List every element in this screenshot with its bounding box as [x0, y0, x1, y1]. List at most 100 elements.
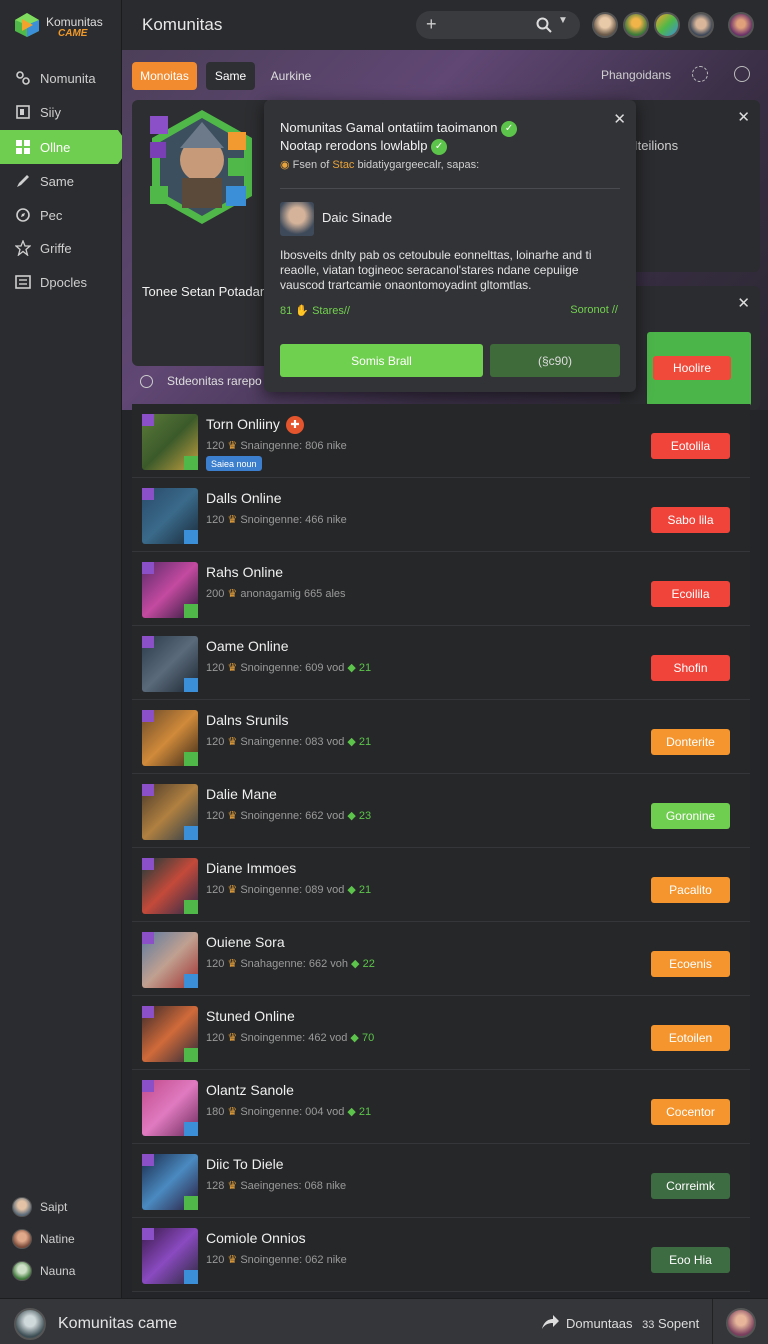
game-thumbnail[interactable] [142, 1154, 198, 1210]
list-item[interactable]: Dalls Online 120 ♛ Snoingenne: 466 nike Sa… [132, 478, 750, 552]
list-item[interactable]: Oame Online 120 ♛ Snoingenne: 609 vod ◆ 2… [132, 626, 750, 700]
popup-link[interactable]: Soronot // [570, 304, 618, 316]
add-icon[interactable]: + [426, 14, 437, 35]
game-title[interactable]: Dalns Srunils [206, 712, 288, 728]
search-icon[interactable] [536, 17, 552, 33]
settings-icon[interactable] [692, 66, 708, 82]
list-item[interactable]: Rahs Online 200 ♛ anonagamig 665 ales Ecoi… [132, 552, 750, 626]
bottom-profile-avatar[interactable] [726, 1308, 756, 1338]
primary-button[interactable]: Somis Brall [280, 344, 483, 377]
tab-monoitas[interactable]: Monoitas [132, 62, 197, 90]
game-title[interactable]: Diic To Diele [206, 1156, 284, 1172]
game-thumbnail[interactable] [142, 784, 198, 840]
game-thumbnail[interactable] [142, 710, 198, 766]
sidebar-item-pec[interactable]: Pec [0, 198, 122, 232]
game-level: 120 [206, 662, 225, 674]
game-meta-text: Snoingenne: 466 nike [240, 514, 347, 526]
sidebar-user-natine[interactable]: Natine [12, 1228, 75, 1250]
game-action-button[interactable]: Cocentor [651, 1099, 730, 1125]
radio-button[interactable] [140, 374, 153, 388]
sidebar-item-ollne[interactable]: Ollne [0, 130, 130, 164]
game-title[interactable]: Diane Immoes [206, 860, 296, 876]
search-bar[interactable]: + ▼ [416, 11, 580, 39]
game-thumbnail[interactable] [142, 562, 198, 618]
game-thumbnail[interactable] [142, 1080, 198, 1136]
game-title-text: Dalie Mane [206, 786, 277, 802]
side-panel-button[interactable]: Hoolire [653, 356, 731, 380]
sidebar-user-saipt[interactable]: Saipt [12, 1196, 67, 1218]
tab-aurkine[interactable]: Aurkine [262, 62, 320, 90]
friend-avatar-4[interactable] [688, 12, 714, 38]
list-item[interactable]: Stuned Online 120 ♛ Snoingenme: 462 vod ◆… [132, 996, 750, 1070]
popup-stars[interactable]: 81 ✋ Stares// [280, 304, 350, 317]
gem-icon: ◆ [344, 1106, 359, 1118]
game-action-button[interactable]: Correimk [651, 1173, 730, 1199]
game-action-button[interactable]: Eotoilen [651, 1025, 730, 1051]
tab-same[interactable]: Same [206, 62, 255, 90]
person-avatar[interactable] [280, 202, 314, 236]
sidebar-item-griffe[interactable]: Griffe [0, 231, 122, 265]
gem-count: 21 [358, 662, 372, 674]
game-title[interactable]: Oame Online [206, 638, 288, 654]
game-action-button[interactable]: Donterite [651, 729, 730, 755]
game-thumbnail[interactable] [142, 858, 198, 914]
list-item[interactable]: Comiole Onnios 120 ♛ Snoingenne: 062 nike… [132, 1218, 750, 1292]
sidebar-user-nauna[interactable]: Nauna [12, 1260, 75, 1282]
game-title[interactable]: Torn Onliiny ✚ [206, 416, 304, 435]
person-name[interactable]: Daic Sinade [322, 210, 392, 225]
hot-icon: ✚ [285, 416, 304, 435]
game-title[interactable]: Ouiene Sora [206, 934, 285, 950]
game-thumbnail[interactable] [142, 1006, 198, 1062]
game-thumbnail[interactable] [142, 414, 198, 470]
game-title[interactable]: Dalie Mane [206, 786, 277, 802]
game-title[interactable]: Comiole Onnios [206, 1230, 306, 1246]
list-item[interactable]: Torn Onliiny ✚ 120 ♛ Snaingenne: 806 nike S… [132, 404, 750, 478]
featured-card[interactable]: Tonee Setan Potadan [132, 100, 272, 366]
list-item[interactable]: Dalie Mane 120 ♛ Snoingenne: 662 vod ◆ 23… [132, 774, 750, 848]
game-action-button[interactable]: Ecoilila [651, 581, 730, 607]
crown-icon: ♛ [224, 884, 241, 896]
game-action-button[interactable]: Sabo lila [651, 507, 730, 533]
sidebar-item-siiy[interactable]: Siiy [0, 95, 122, 129]
game-action-button[interactable]: Eotolila [651, 433, 730, 459]
game-thumbnail[interactable] [142, 636, 198, 692]
close-icon[interactable]: ✕ [737, 108, 750, 126]
help-icon[interactable] [734, 66, 750, 82]
game-action-button[interactable]: Eoo Hia [651, 1247, 730, 1273]
filter-option[interactable]: Stdeonitas rarepo [140, 374, 262, 388]
game-title[interactable]: Olantz Sanole [206, 1082, 294, 1098]
game-action-button[interactable]: Pacalito [651, 877, 730, 903]
gem-icon: ◆ [344, 736, 359, 748]
share-icon[interactable] [540, 1313, 560, 1331]
list-item[interactable]: Ouiene Sora 120 ♛ Snahagenne: 662 voh ◆ 2… [132, 922, 750, 996]
list-item[interactable]: Diane Immoes 120 ♛ Snoingenne: 089 vod ◆ … [132, 848, 750, 922]
chevron-down-icon[interactable]: ▼ [558, 15, 568, 26]
secondary-button[interactable]: (§c90) [490, 344, 620, 377]
game-action-button[interactable]: Shofin [651, 655, 730, 681]
list-item[interactable]: Olantz Sanole 180 ♛ Snoingenne: 004 vod ◆… [132, 1070, 750, 1144]
game-title[interactable]: Dalls Online [206, 490, 281, 506]
list-item[interactable]: Dalns Srunils 120 ♛ Snaingenne: 083 vod ◆… [132, 700, 750, 774]
bottom-right-label[interactable]: Domuntaas 33 Sopent [566, 1316, 699, 1331]
sidebar-item-dpocles[interactable]: Dpocles [0, 265, 122, 299]
sidebar-item-nomunita[interactable]: Nomunita [0, 61, 122, 95]
list-item[interactable]: Diic To Diele 128 ♛ Saeingenes: 068 nike C… [132, 1144, 750, 1218]
brand[interactable]: Komunitas CAME [12, 10, 118, 42]
bottom-avatar[interactable] [14, 1308, 46, 1340]
game-thumbnail[interactable] [142, 1228, 198, 1284]
game-action-button[interactable]: Ecoenis [651, 951, 730, 977]
game-title[interactable]: Rahs Online [206, 564, 283, 580]
friend-avatar-2[interactable] [623, 12, 649, 38]
friend-avatar-1[interactable] [592, 12, 618, 38]
game-title[interactable]: Stuned Online [206, 1008, 295, 1024]
sidebar-item-same[interactable]: Same [0, 164, 122, 198]
close-icon[interactable]: ✕ [737, 294, 750, 312]
badge-icon [184, 1122, 198, 1136]
friend-avatar-3[interactable] [654, 12, 680, 38]
popup-subtitle-rest: bidatiygargeecalr, sapas: [357, 159, 480, 171]
game-action-button[interactable]: Goronine [651, 803, 730, 829]
game-thumbnail[interactable] [142, 932, 198, 988]
game-thumbnail[interactable] [142, 488, 198, 544]
profile-avatar[interactable] [728, 12, 754, 38]
close-icon[interactable]: ✕ [613, 110, 626, 128]
